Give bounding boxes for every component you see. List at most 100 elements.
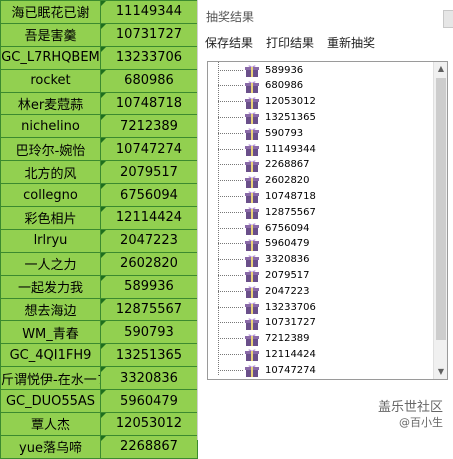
scroll-up-arrow-icon[interactable]: ▲ (434, 62, 447, 76)
gift-icon (245, 237, 259, 251)
watermark-author: @百小生 (399, 416, 443, 429)
name-cell[interactable]: 巴玲尔-婉怡 (0, 137, 101, 162)
id-cell[interactable]: 2602820 (100, 251, 198, 276)
name-cell[interactable]: lrlryu (0, 228, 101, 253)
tree-item[interactable]: 680986 (218, 78, 303, 94)
sheet-row: 覃人杰 12053012 (0, 412, 198, 436)
sheet-table: 海已眠花已谢 11149344 吾是害羹 10731727 GC_L7RHQBEM 132… (0, 0, 198, 459)
sheet-row: 海已眠花已谢 11149344 (0, 0, 198, 24)
id-cell[interactable]: 680986 (100, 68, 198, 93)
tree-item[interactable]: 2268867 (218, 157, 310, 173)
tree-item[interactable]: 2602820 (218, 173, 310, 189)
tree-branch-line (218, 85, 243, 87)
sheet-row: GC_L7RHQBEM 13233706 (0, 45, 198, 70)
tree-item[interactable]: 13233706 (218, 299, 316, 315)
id-cell[interactable]: 5960479 (100, 389, 198, 414)
result-id: 10748718 (265, 190, 316, 202)
name-cell[interactable]: 林er麦蒄蒜 (0, 91, 101, 116)
gift-icon (245, 95, 259, 109)
tree-item[interactable]: 12875567 (218, 204, 316, 220)
tree-item[interactable]: 13251365 (218, 109, 316, 125)
sheet-row: yue落乌啼 2268867 (0, 434, 198, 459)
name-cell[interactable]: GC_DUO55AS (0, 389, 101, 414)
tree-item[interactable]: 12053012 (218, 94, 316, 110)
gift-icon (245, 221, 259, 235)
id-cell[interactable]: 3320836 (100, 366, 198, 391)
name-cell[interactable]: yue落乌啼 (0, 434, 101, 459)
redraw-menu-item[interactable]: 重新抽奖 (327, 34, 375, 51)
spreadsheet: 海已眠花已谢 11149344 吾是害羹 10731727 GC_L7RHQBEM 132… (0, 0, 198, 459)
tree-branch-line (218, 243, 243, 245)
id-cell[interactable]: 10747274 (100, 137, 198, 162)
name-cell[interactable]: 彩色相片 (0, 206, 101, 230)
name-cell[interactable]: 覃人杰 (0, 412, 101, 436)
gift-icon (245, 63, 259, 77)
id-cell[interactable]: 7212389 (100, 114, 198, 139)
save-result-menu-item[interactable]: 保存结果 (205, 34, 253, 51)
tree-item[interactable]: 6756094 (218, 220, 310, 236)
result-id: 2602820 (265, 175, 310, 187)
sheet-row: GC_4QI1FH9 13251365 (0, 343, 198, 368)
id-cell[interactable]: 12875567 (100, 297, 198, 322)
result-id: 589936 (265, 64, 304, 76)
result-tree-view[interactable]: 589936 680986 12053012 13251365 590793 111493… (207, 61, 448, 380)
tree-item[interactable]: 10748718 (218, 188, 316, 204)
id-cell[interactable]: 12114424 (100, 206, 198, 230)
scroll-thumb[interactable] (436, 78, 446, 340)
tree-item[interactable]: 11149344 (218, 141, 316, 157)
name-cell[interactable]: 海已眠花已谢 (0, 0, 101, 24)
name-cell[interactable]: 斤谓悦伊-在水一ブ (0, 366, 101, 391)
name-cell[interactable]: rocket (0, 68, 101, 93)
tree-branch-line (218, 195, 243, 197)
tree-branch-line (218, 132, 243, 134)
name-cell[interactable]: collegno (0, 183, 101, 208)
name-cell[interactable]: 北方的风 (0, 160, 101, 185)
id-cell[interactable]: 590793 (100, 320, 198, 345)
tree-item[interactable]: 10747274 (218, 362, 316, 378)
tree-item[interactable]: 590793 (218, 125, 303, 141)
tree-item[interactable]: 2079517 (218, 267, 310, 283)
id-cell[interactable]: 2047223 (100, 228, 198, 253)
tree-item[interactable]: 10731727 (218, 315, 316, 331)
name-cell[interactable]: 一人之力 (0, 251, 101, 276)
gift-icon (245, 174, 259, 188)
id-cell[interactable]: 2268867 (100, 434, 198, 459)
tree-branch-line (218, 148, 243, 150)
tree-item[interactable]: 5960479 (218, 236, 310, 252)
id-cell[interactable]: 2079517 (100, 160, 198, 185)
tree-item[interactable]: 7212389 (218, 331, 310, 347)
name-cell[interactable]: 吾是害羹 (0, 22, 101, 47)
name-cell[interactable]: 一起发力我 (0, 274, 101, 299)
id-cell[interactable]: 13251365 (100, 343, 198, 368)
tree-item[interactable]: 12114424 (218, 346, 316, 362)
id-cell[interactable]: 12053012 (100, 412, 198, 436)
scroll-down-arrow-icon[interactable]: ▼ (434, 365, 447, 379)
tree-branch-line (218, 164, 243, 166)
tree-item[interactable]: 3320836 (218, 252, 310, 268)
id-cell[interactable]: 11149344 (100, 0, 198, 24)
name-cell[interactable]: WM_青春 (0, 320, 101, 345)
tree-branch-line (218, 369, 243, 371)
gift-icon (245, 253, 259, 267)
id-cell[interactable]: 10748718 (100, 91, 198, 116)
tree-item[interactable]: 589936 (218, 62, 303, 78)
result-tree: 589936 680986 12053012 13251365 590793 111493… (208, 62, 434, 379)
id-cell[interactable]: 10731727 (100, 22, 198, 47)
result-id: 590793 (265, 127, 304, 139)
result-id: 12114424 (265, 348, 316, 360)
vertical-scrollbar[interactable]: ▲ ▼ (433, 62, 447, 379)
id-cell[interactable]: 13233706 (100, 45, 198, 70)
id-cell[interactable]: 589936 (100, 274, 198, 299)
name-cell[interactable]: GC_4QI1FH9 (0, 343, 101, 368)
name-cell[interactable]: 想去海边 (0, 297, 101, 322)
result-id: 13251365 (265, 111, 316, 123)
result-id: 10747274 (265, 364, 316, 376)
name-cell[interactable]: nichelino (0, 114, 101, 139)
print-result-menu-item[interactable]: 打印结果 (266, 34, 314, 51)
gift-icon (245, 300, 259, 314)
close-button[interactable] (443, 10, 453, 28)
result-id: 11149344 (265, 143, 316, 155)
id-cell[interactable]: 6756094 (100, 183, 198, 208)
name-cell[interactable]: GC_L7RHQBEM (0, 45, 101, 70)
tree-item[interactable]: 2047223 (218, 283, 310, 299)
